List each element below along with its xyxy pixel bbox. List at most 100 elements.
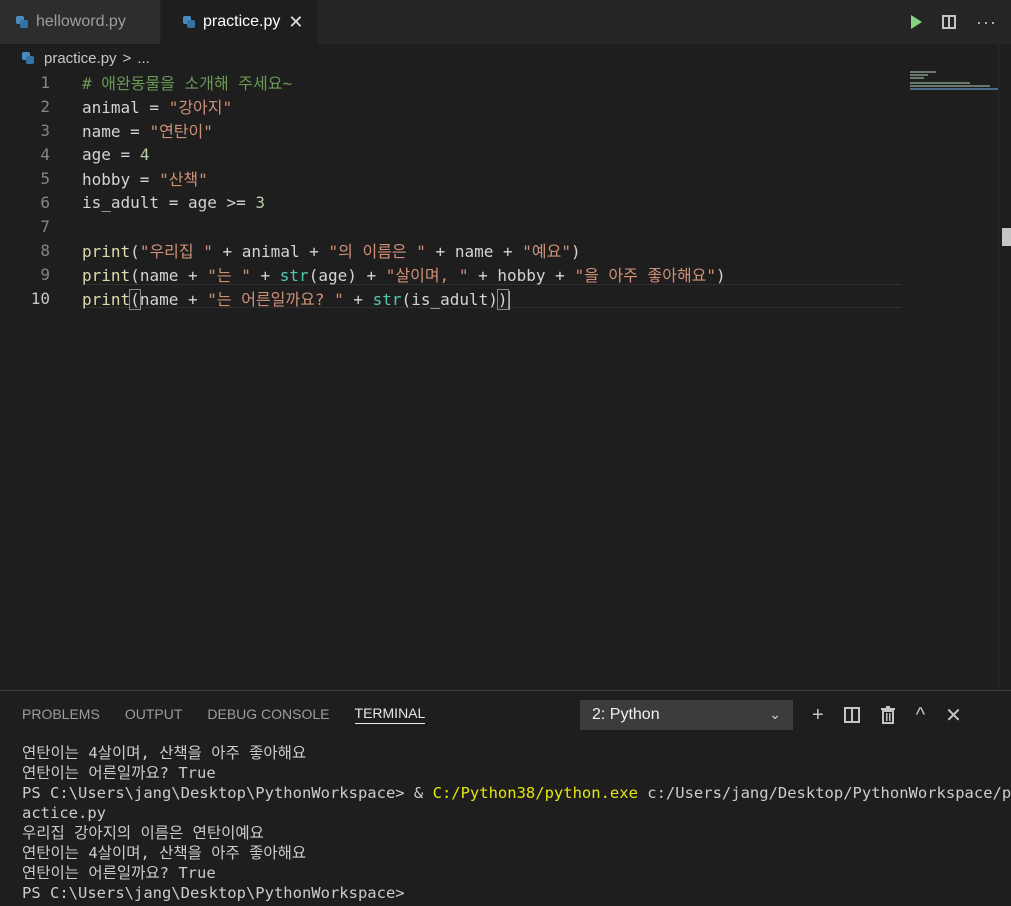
- line-number: 7: [40, 216, 50, 236]
- code-token: +: [493, 242, 523, 261]
- new-terminal-icon[interactable]: +: [812, 704, 824, 727]
- minimap[interactable]: [910, 70, 998, 94]
- tab-helloword[interactable]: helloword.py: [0, 0, 160, 44]
- code-line[interactable]: 8 print("우리집 " + animal + "의 이름은 " + name…: [0, 238, 1000, 262]
- split-terminal-icon[interactable]: [843, 707, 860, 723]
- code-line[interactable]: 6 is_adult = age >= 3: [0, 190, 1000, 214]
- code-token: is_adult: [411, 290, 489, 309]
- code-token: age: [187, 192, 217, 212]
- code-token: =: [159, 192, 188, 212]
- code-token: name: [139, 290, 179, 309]
- breadcrumb-separator: >: [122, 49, 132, 67]
- code-token: (: [129, 289, 141, 310]
- code-token: print: [82, 266, 131, 285]
- code-text: hobby = "산책": [82, 166, 208, 190]
- line-number: 9: [40, 264, 50, 284]
- code-text: print(name + "는 " + str(age) + "살이며, " +…: [82, 262, 726, 286]
- line-number: 10: [30, 288, 50, 308]
- code-token: print: [82, 242, 131, 261]
- code-line[interactable]: 9 print(name + "는 " + str(age) + "살이며, " …: [0, 262, 1000, 286]
- code-token: +: [250, 266, 280, 285]
- terminal-text: PS C:\Users\jang\Desktop\PythonWorkspace…: [22, 884, 405, 902]
- tab-practice[interactable]: practice.py ✕: [161, 0, 318, 44]
- code-token: "는 ": [207, 266, 251, 285]
- editor-tab-bar: helloword.py practice.py ✕ ···: [0, 0, 1011, 44]
- code-token: "예요": [522, 242, 571, 261]
- terminal-line: PS C:\Users\jang\Desktop\PythonWorkspace…: [22, 883, 1002, 903]
- code-token: animal: [241, 242, 300, 261]
- scrollbar-thumb[interactable]: [1002, 228, 1011, 246]
- terminal-line: actice.py: [22, 803, 1002, 823]
- code-token: +: [545, 266, 575, 285]
- more-actions-icon[interactable]: ···: [976, 12, 997, 33]
- code-text: animal = "강아지": [82, 94, 232, 118]
- line-number: 8: [40, 240, 50, 260]
- tab-debug-console[interactable]: DEBUG CONSOLE: [207, 706, 329, 722]
- code-token: +: [299, 242, 329, 261]
- terminal-output[interactable]: 연탄이는 4살이며, 산책을 아주 좋아해요 연탄이는 어른일까요? True PS…: [22, 743, 1011, 903]
- code-token: ): [570, 242, 581, 261]
- code-token: 4: [139, 144, 150, 164]
- line-number: 1: [40, 72, 50, 92]
- tab-problems[interactable]: PROBLEMS: [22, 706, 100, 722]
- line-number: 4: [40, 144, 50, 164]
- code-text: age = 4: [82, 145, 149, 164]
- code-token: +: [425, 242, 455, 261]
- maximize-panel-icon[interactable]: ^: [916, 704, 925, 727]
- terminal-text: 우리집 강아지의 이름은 연탄이예요: [22, 824, 264, 842]
- code-line[interactable]: 7: [0, 214, 1000, 238]
- terminal-text: PS C:\Users\jang\Desktop\PythonWorkspace…: [22, 784, 433, 802]
- run-icon[interactable]: [911, 15, 923, 29]
- python-file-icon: [183, 16, 195, 28]
- code-token: hobby: [497, 266, 546, 285]
- tab-terminal[interactable]: TERMINAL: [354, 705, 426, 724]
- code-token: "의 이름은 ": [328, 242, 426, 261]
- close-tab-icon[interactable]: ✕: [288, 12, 303, 33]
- split-editor-icon[interactable]: [942, 15, 957, 29]
- code-token: # 애완동물을 소개해 주세요~: [82, 74, 293, 93]
- code-token: "을 아주 좋아해요": [574, 266, 717, 285]
- code-token: ): [716, 266, 726, 285]
- code-line[interactable]: 3 name = "연탄이": [0, 118, 1000, 142]
- line-number: 5: [40, 168, 50, 188]
- code-line[interactable]: 5 hobby = "산책": [0, 166, 1000, 190]
- terminal-text: 연탄이는 어른일까요? True: [22, 864, 216, 882]
- code-line[interactable]: 4 age = 4: [0, 142, 1000, 166]
- code-line[interactable]: 2 animal = "강아지": [0, 94, 1000, 118]
- code-text: print("우리집 " + animal + "의 이름은 " + name …: [82, 238, 581, 262]
- code-token: +: [178, 290, 208, 309]
- breadcrumb-symbols[interactable]: ...: [137, 50, 150, 67]
- line-number: 2: [40, 96, 50, 116]
- code-token: =: [139, 98, 169, 117]
- terminal-select[interactable]: 2: Python ⌄: [580, 700, 793, 730]
- code-token: hobby: [82, 170, 131, 189]
- code-editor[interactable]: 1 # 애완동물을 소개해 주세요~ 2 animal = "강아지" 3 name = …: [0, 70, 1000, 690]
- editor-scrollbar[interactable]: [998, 44, 1011, 690]
- close-panel-icon[interactable]: ✕: [945, 703, 962, 728]
- terminal-line: 우리집 강아지의 이름은 연탄이예요: [22, 823, 1002, 843]
- editor-actions: ···: [911, 0, 997, 44]
- breadcrumb-file[interactable]: practice.py: [44, 50, 117, 67]
- tab-output[interactable]: OUTPUT: [125, 706, 183, 722]
- code-line[interactable]: 10 print(name + "는 어른일까요? " + str(is_adul…: [0, 286, 1000, 310]
- terminal-line: 연탄이는 어른일까요? True: [22, 863, 1002, 883]
- trash-icon[interactable]: [880, 706, 896, 724]
- code-token: "살이며, ": [385, 266, 469, 285]
- code-token: name: [139, 266, 179, 285]
- code-token: str: [372, 290, 402, 309]
- code-token: print: [82, 290, 131, 309]
- code-token: =: [120, 122, 150, 141]
- code-token: "연탄이": [149, 122, 213, 141]
- code-token: "우리집 ": [139, 242, 213, 261]
- terminal-select-value: 2: Python: [592, 706, 660, 723]
- code-text: name = "연탄이": [82, 118, 213, 142]
- terminal-line: 연탄이는 4살이며, 산책을 아주 좋아해요: [22, 743, 1002, 763]
- terminal-line: 연탄이는 4살이며, 산책을 아주 좋아해요: [22, 843, 1002, 863]
- code-token: animal: [82, 98, 140, 117]
- bottom-panel: PROBLEMS OUTPUT DEBUG CONSOLE TERMINAL 2…: [0, 690, 1011, 906]
- code-token: str: [279, 266, 309, 285]
- code-line[interactable]: 1 # 애완동물을 소개해 주세요~: [0, 70, 1000, 94]
- line-number: 3: [40, 120, 50, 140]
- line-number: 6: [40, 192, 50, 212]
- code-token: +: [178, 266, 208, 285]
